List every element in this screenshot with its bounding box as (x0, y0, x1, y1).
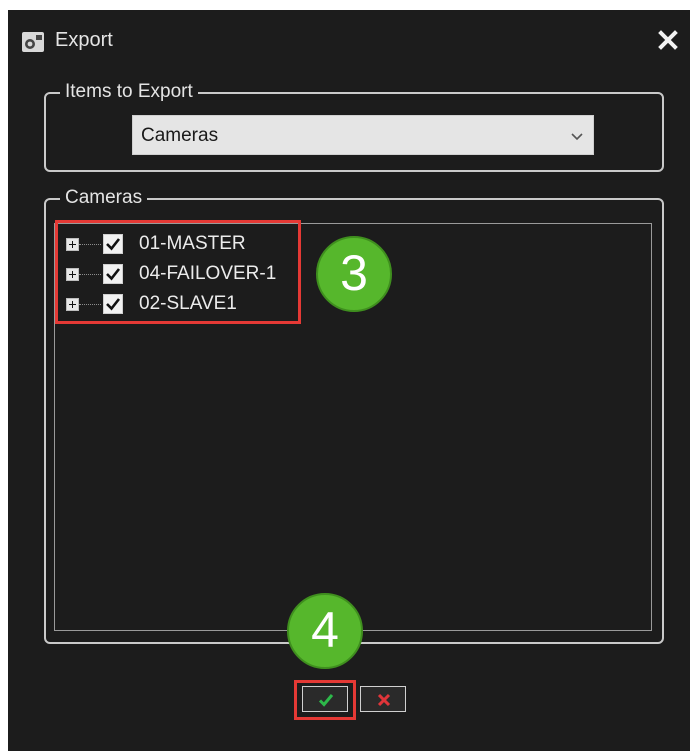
step3-badge: 3 (316, 236, 392, 312)
chevron-down-icon (571, 133, 583, 141)
export-app-icon (22, 32, 44, 52)
title-bar: Export (8, 10, 690, 62)
x-icon (377, 693, 391, 707)
items-to-export-legend: Items to Export (60, 80, 198, 104)
items-to-export-group: Items to Export Cameras (44, 80, 664, 172)
export-type-value: Cameras (141, 125, 219, 146)
step3-highlight (55, 220, 301, 324)
check-icon (318, 694, 334, 707)
step4-badge: 4 (287, 593, 363, 669)
close-icon[interactable] (656, 28, 680, 52)
cameras-legend: Cameras (60, 186, 148, 210)
dialog-title: Export (55, 29, 113, 51)
cancel-button[interactable] (360, 686, 406, 712)
ok-button[interactable] (302, 686, 348, 712)
export-dialog: Export Items to Export Cameras Cameras 0… (8, 10, 690, 751)
export-type-select[interactable]: Cameras (132, 115, 594, 155)
